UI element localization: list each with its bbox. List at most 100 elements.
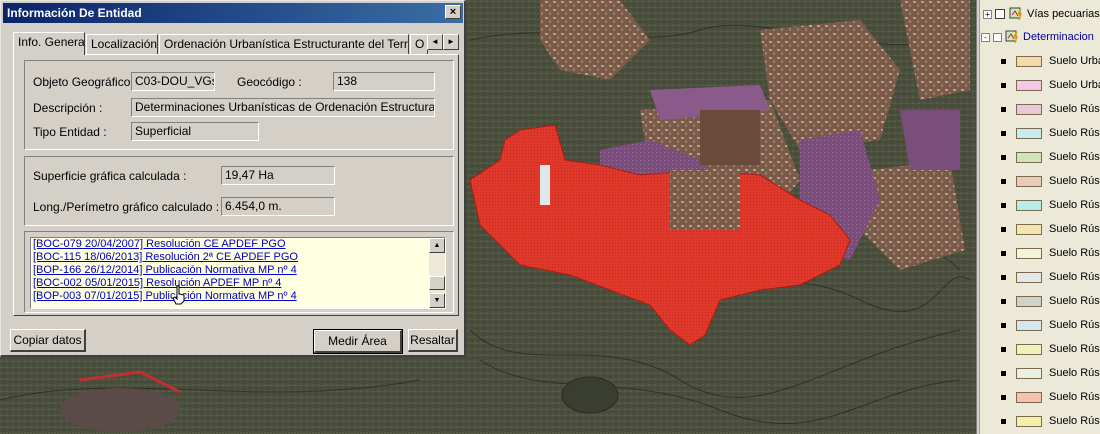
- legend-item-label: Suelo Rústic: [1049, 175, 1100, 187]
- scroll-up-button[interactable]: ▲: [429, 238, 445, 253]
- legend-swatch: [1016, 343, 1042, 355]
- perimetro-label: Long./Perímetro gráfico calculado :: [33, 200, 220, 214]
- copy-data-button[interactable]: Copiar datos: [10, 329, 86, 352]
- legend-swatch: [1016, 151, 1042, 163]
- geocodigo-field[interactable]: 138: [333, 72, 435, 91]
- links-scrollbar[interactable]: ▲ ▼: [429, 238, 445, 308]
- legend-layer-determinaciones[interactable]: - Determinacion: [981, 28, 1094, 46]
- legend-swatch: [1016, 127, 1042, 139]
- close-button[interactable]: ×: [445, 5, 461, 19]
- tab-scroll-right-button[interactable]: ►: [443, 34, 459, 50]
- highlight-button[interactable]: Resaltar: [408, 329, 458, 352]
- descripcion-label: Descripción :: [33, 101, 103, 115]
- legend-item[interactable]: Suelo Rústic: [1001, 169, 1100, 193]
- legend-item[interactable]: Suelo Rústic: [1001, 337, 1100, 361]
- legend-item[interactable]: Suelo Rústic: [1001, 313, 1100, 337]
- tipo-entidad-field[interactable]: Superficial: [131, 122, 259, 141]
- arrow-down-icon: ▼: [433, 297, 441, 304]
- legend-swatch: [1016, 391, 1042, 403]
- legend-bullet-icon: [1001, 106, 1006, 112]
- legend-swatch: [1016, 295, 1042, 307]
- dialog-titlebar[interactable]: Información De Entidad ×: [3, 3, 463, 23]
- tab-label: O: [415, 37, 425, 51]
- resolution-link[interactable]: [BOC-002 05/01/2015] Resolución APDEF MP…: [31, 277, 445, 290]
- legend-bullet-icon: [1001, 346, 1006, 352]
- map-layer-icon: [1005, 30, 1019, 44]
- legend-item-label: Suelo Rústic: [1049, 295, 1100, 307]
- objeto-label: Objeto Geográfico :: [33, 75, 138, 89]
- tab-overflow[interactable]: O: [410, 34, 428, 54]
- resolution-link[interactable]: [BOC-079 20/04/2007] Resolución CE APDEF…: [31, 238, 445, 251]
- tab-label: Ordenación Urbanística Estructurante del…: [164, 37, 409, 51]
- legend-bullet-icon: [1001, 250, 1006, 256]
- link-rows: [BOC-079 20/04/2007] Resolución CE APDEF…: [31, 238, 445, 303]
- legend-swatch: [1016, 415, 1042, 427]
- legend-bullet-icon: [1001, 370, 1006, 376]
- legend-splitter[interactable]: [977, 0, 980, 434]
- tipo-entidad-label: Tipo Entidad :: [33, 125, 107, 139]
- legend-item[interactable]: Suelo Rústic: [1001, 193, 1100, 217]
- scroll-thumb[interactable]: [429, 276, 445, 290]
- resolution-links-list[interactable]: [BOC-079 20/04/2007] Resolución CE APDEF…: [30, 237, 446, 309]
- legend-bullet-icon: [1001, 394, 1006, 400]
- superficie-field[interactable]: 19,47 Ha: [221, 166, 335, 185]
- legend-swatch: [1016, 55, 1042, 67]
- legend-item[interactable]: Suelo Rústic: [1001, 241, 1100, 265]
- measure-area-button[interactable]: Medir Área: [313, 329, 403, 354]
- legend-item[interactable]: Suelo Rústic: [1001, 97, 1100, 121]
- legend-item[interactable]: Suelo Urbar: [1001, 73, 1100, 97]
- hand-cursor-icon: [172, 285, 185, 305]
- tab-scroll-left-button[interactable]: ◄: [427, 34, 443, 50]
- legend-item[interactable]: Suelo Rústic: [1001, 265, 1100, 289]
- collapse-toggle-icon[interactable]: -: [981, 32, 990, 42]
- tab-page-info-general: Objeto Geográfico : C03-DOU_VGs Geocódig…: [13, 54, 459, 316]
- tab-label: Info. General: [18, 35, 85, 49]
- dialog-title: Información De Entidad: [7, 6, 142, 20]
- tab-info-general[interactable]: Info. General: [13, 32, 85, 55]
- legend-bullet-icon: [1001, 154, 1006, 160]
- resolution-link[interactable]: [BOC-115 18/06/2013] Resolución 2ª CE AP…: [31, 251, 445, 264]
- general-group: Objeto Geográfico : C03-DOU_VGs Geocódig…: [24, 60, 454, 150]
- legend-swatch: [1016, 175, 1042, 187]
- tab-ordenacion-urbanistica[interactable]: Ordenación Urbanística Estructurante del…: [159, 34, 409, 54]
- tab-strip: Info. General Localización Ordenación Ur…: [13, 32, 459, 55]
- entity-info-dialog: Información De Entidad × Info. General L…: [0, 0, 466, 357]
- legend-item-label: Suelo Rústic: [1049, 367, 1100, 379]
- legend-item-label: Suelo Rústic: [1049, 103, 1100, 115]
- descripcion-field[interactable]: Determinaciones Urbanísticas de Ordenaci…: [131, 98, 435, 117]
- layer-visibility-checkbox[interactable]: [993, 32, 1002, 42]
- legend-item-label: Suelo Rústic: [1049, 151, 1100, 163]
- legend-item-label: Suelo Rústic: [1049, 391, 1100, 403]
- arrow-left-icon: ◄: [431, 37, 439, 46]
- legend-layer-label: Determinacion: [1023, 31, 1094, 43]
- objeto-field[interactable]: C03-DOU_VGs: [131, 72, 215, 91]
- layer-legend-panel[interactable]: + Vías pecuarias - Determinacion Suelo U…: [976, 0, 1100, 434]
- legend-item[interactable]: Suelo Rústic: [1001, 385, 1100, 409]
- arrow-right-icon: ►: [447, 37, 455, 46]
- expand-toggle-icon[interactable]: +: [983, 9, 992, 19]
- legend-item-label: Suelo Rústic: [1049, 223, 1100, 235]
- resolution-link[interactable]: [BOP-003 07/01/2015] Publicación Normati…: [31, 290, 445, 303]
- tab-localizacion[interactable]: Localización: [86, 34, 158, 54]
- legend-item[interactable]: Suelo Rústic: [1001, 121, 1100, 145]
- legend-swatch: [1016, 319, 1042, 331]
- legend-item-label: Suelo Urbar: [1049, 79, 1100, 91]
- legend-item[interactable]: Suelo Rústic: [1001, 361, 1100, 385]
- close-icon: ×: [449, 6, 457, 18]
- legend-layer-vias-pecuarias[interactable]: + Vías pecuarias: [983, 5, 1100, 23]
- geocodigo-label: Geocódigo :: [237, 75, 302, 89]
- legend-item[interactable]: Suelo Urbar: [1001, 49, 1100, 73]
- scroll-down-button[interactable]: ▼: [429, 293, 445, 308]
- perimetro-field[interactable]: 6.454,0 m.: [221, 197, 335, 216]
- layer-visibility-checkbox[interactable]: [995, 9, 1005, 19]
- legend-swatch: [1016, 247, 1042, 259]
- legend-item-label: Suelo Rústic: [1049, 319, 1100, 331]
- legend-swatch: [1016, 223, 1042, 235]
- map-layer-icon: [1009, 7, 1023, 21]
- legend-item[interactable]: Suelo Rústic: [1001, 289, 1100, 313]
- legend-bullet-icon: [1001, 178, 1006, 184]
- legend-item[interactable]: Suelo Rústic: [1001, 217, 1100, 241]
- legend-item[interactable]: Suelo Rústic: [1001, 145, 1100, 169]
- resolution-link[interactable]: [BOP-166 26/12/2014] Publicación Normati…: [31, 264, 445, 277]
- legend-item[interactable]: Suelo Rústic: [1001, 409, 1100, 433]
